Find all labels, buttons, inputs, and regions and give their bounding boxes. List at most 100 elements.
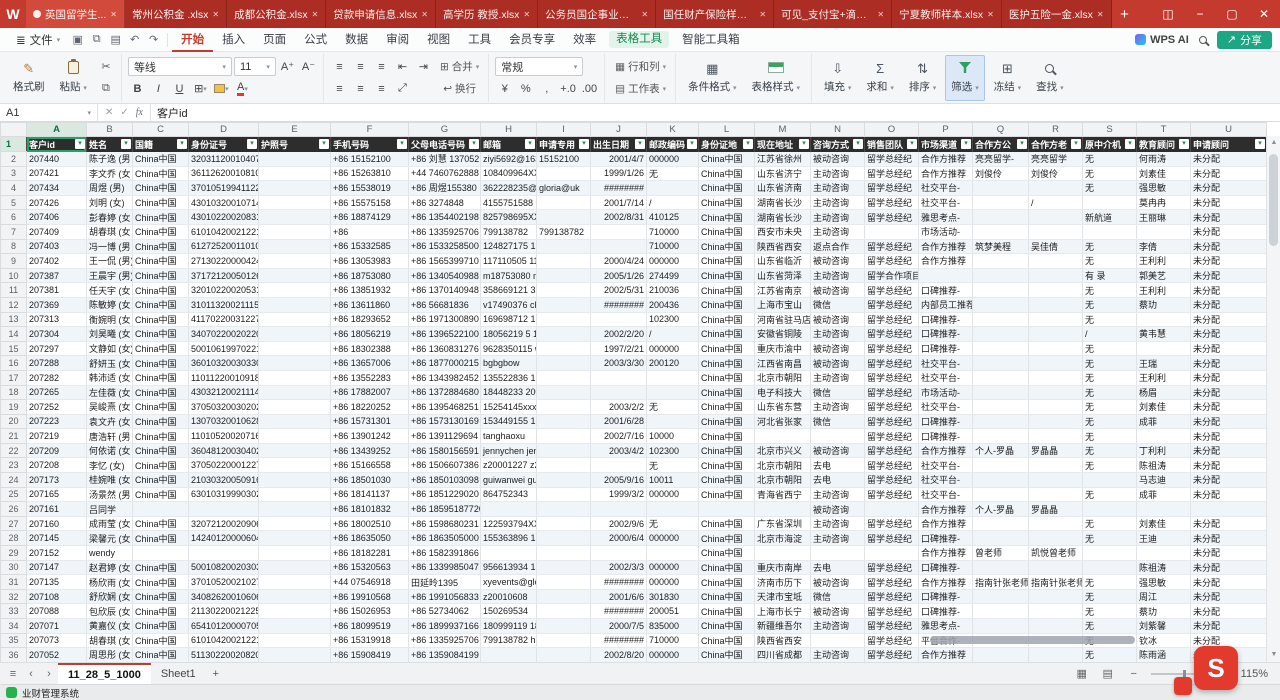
cell[interactable]: 370105200210270824: [189, 575, 259, 590]
cell[interactable]: 271302200004241013: [189, 254, 259, 269]
tab-close-icon[interactable]: ✕: [110, 10, 117, 19]
cell[interactable]: 000000: [647, 648, 699, 662]
column-header[interactable]: O: [865, 123, 919, 137]
cell[interactable]: +86 18101832: [331, 502, 409, 517]
cell[interactable]: 未分配: [1191, 312, 1267, 327]
number-format-select[interactable]: 常规▾: [495, 57, 583, 76]
cell[interactable]: 未分配: [1191, 268, 1267, 283]
cell[interactable]: 文静如 (女): [87, 341, 133, 356]
cell[interactable]: China中国: [133, 210, 189, 225]
cell[interactable]: 社交平台-: [919, 473, 973, 488]
cell[interactable]: [1029, 283, 1083, 298]
cell[interactable]: ########: [591, 604, 647, 619]
cell[interactable]: 未分配: [1191, 487, 1267, 502]
row-header[interactable]: 2: [1, 152, 27, 167]
cell[interactable]: 无: [1083, 152, 1137, 167]
cell[interactable]: China中国: [699, 487, 755, 502]
cell[interactable]: China中国: [133, 560, 189, 575]
cell[interactable]: [973, 181, 1029, 196]
orientation-icon[interactable]: ⤢: [393, 79, 412, 98]
cell[interactable]: +86 1533258500: [409, 239, 481, 254]
cell[interactable]: 500108200203035125: [189, 560, 259, 575]
cell[interactable]: 207421: [27, 166, 87, 181]
cell[interactable]: 留学总经纪: [865, 414, 919, 429]
cell[interactable]: [259, 546, 331, 561]
cell[interactable]: jennychen jennychen: [481, 443, 537, 458]
cell[interactable]: 301830: [647, 589, 699, 604]
cell[interactable]: ########: [591, 297, 647, 312]
cell[interactable]: +86 13053983: [331, 254, 409, 269]
cell[interactable]: 2002/8/31: [591, 210, 647, 225]
cell[interactable]: 口碑推荐-: [919, 414, 973, 429]
cell[interactable]: China中国: [699, 473, 755, 488]
cell[interactable]: +86 1360831276: [409, 341, 481, 356]
cell[interactable]: China中国: [133, 195, 189, 210]
row-header[interactable]: 27: [1, 516, 27, 531]
underline-button[interactable]: U: [170, 79, 189, 98]
cell[interactable]: 未分配: [1191, 239, 1267, 254]
column-header[interactable]: T: [1137, 123, 1191, 137]
cell[interactable]: [537, 195, 591, 210]
cell[interactable]: 留学总经纪: [865, 487, 919, 502]
cell[interactable]: [259, 297, 331, 312]
menu-item[interactable]: 工具: [459, 28, 500, 52]
cell[interactable]: +86 52734062: [409, 604, 481, 619]
cell[interactable]: +86 18099519: [331, 619, 409, 634]
cell[interactable]: China中国: [133, 166, 189, 181]
cell[interactable]: +86 13901242: [331, 429, 409, 444]
document-tab[interactable]: 可见_支付宝+滴滴...✕: [774, 0, 892, 28]
cell[interactable]: m18753080 m18753080: [481, 268, 537, 283]
header-cell[interactable]: 咨询方式▾: [811, 137, 865, 152]
row-header[interactable]: 4: [1, 181, 27, 196]
cell[interactable]: 市场活动-: [919, 224, 973, 239]
document-tab[interactable]: 医护五险一金.xlsx✕: [1002, 0, 1112, 28]
cell[interactable]: 留学总经纪: [865, 210, 919, 225]
cell[interactable]: [973, 516, 1029, 531]
cell[interactable]: +86 15575158: [331, 195, 409, 210]
cell[interactable]: 有 录: [1083, 268, 1137, 283]
cell[interactable]: +86 15538019: [331, 181, 409, 196]
align-bottom-icon[interactable]: ≡: [372, 57, 391, 76]
cell[interactable]: 无: [1083, 429, 1137, 444]
cell[interactable]: 207297: [27, 341, 87, 356]
row-header[interactable]: 22: [1, 443, 27, 458]
wrap-text-button[interactable]: ↩ 换行: [436, 79, 483, 98]
cell[interactable]: 2000/4/24: [591, 254, 647, 269]
cell[interactable]: [259, 210, 331, 225]
export-icon[interactable]: ⧉: [87, 33, 106, 46]
filter-icon[interactable]: ▾: [469, 139, 479, 149]
filter-icon[interactable]: ▾: [525, 139, 535, 149]
sort-button[interactable]: ⇅ 排序 ▾: [903, 55, 942, 101]
cell[interactable]: China中国: [133, 224, 189, 239]
tab-close-icon[interactable]: ✕: [987, 10, 994, 19]
filter-icon[interactable]: ▾: [799, 139, 809, 149]
cell[interactable]: 留学总经纪: [865, 531, 919, 546]
cell[interactable]: v17490376 chenxinyur: [481, 297, 537, 312]
cell[interactable]: 主动咨询: [811, 327, 865, 342]
cell[interactable]: 207381: [27, 283, 87, 298]
header-cell[interactable]: 合作方公▾: [973, 137, 1029, 152]
cell[interactable]: [259, 648, 331, 662]
insert-function-icon[interactable]: fx: [136, 107, 143, 118]
cell[interactable]: +86 13552283: [331, 370, 409, 385]
column-header[interactable]: G: [409, 123, 481, 137]
cell[interactable]: [1029, 414, 1083, 429]
cell[interactable]: 留学总经纪: [865, 458, 919, 473]
cell[interactable]: 未分配: [1191, 195, 1267, 210]
cell[interactable]: +44 07546918: [331, 575, 409, 590]
cell[interactable]: 无: [1083, 239, 1137, 254]
tab-close-icon[interactable]: ✕: [212, 10, 219, 19]
zoom-level[interactable]: 115%: [1241, 668, 1268, 680]
cell[interactable]: China中国: [133, 531, 189, 546]
cell[interactable]: [865, 502, 919, 517]
cell[interactable]: 王丽琳: [1137, 210, 1191, 225]
cell[interactable]: 2003/3/30: [591, 356, 647, 371]
cell[interactable]: [537, 341, 591, 356]
cell[interactable]: 合作方推荐: [919, 152, 973, 167]
cell[interactable]: 留学总经纪: [865, 283, 919, 298]
cell[interactable]: [537, 254, 591, 269]
cell[interactable]: 王利利: [1137, 283, 1191, 298]
cell[interactable]: [973, 297, 1029, 312]
align-top-icon[interactable]: ≡: [330, 57, 349, 76]
cell[interactable]: China中国: [699, 356, 755, 371]
